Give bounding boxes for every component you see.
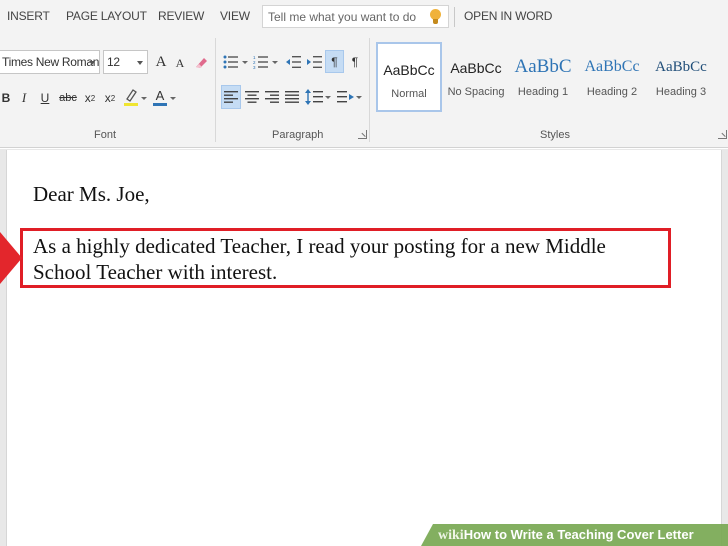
font-size-select[interactable]: 12 <box>103 50 148 74</box>
tell-me-input[interactable] <box>268 9 418 25</box>
styles-group-label: Styles <box>540 129 570 141</box>
tell-me-box[interactable] <box>262 5 449 28</box>
lightbulb-icon <box>430 9 441 24</box>
style-heading-1[interactable]: AaBbC Heading 1 <box>510 42 576 112</box>
group-divider <box>215 38 216 142</box>
wikihow-banner-title: wikiHow to Write a Teaching Cover Letter <box>438 527 694 544</box>
line-spacing-icon[interactable] <box>304 86 324 108</box>
paragraph-group-label: Paragraph <box>272 129 324 141</box>
style-no-spacing[interactable]: AaBbCc No Spacing <box>443 42 509 112</box>
chevron-down-icon[interactable] <box>356 96 362 99</box>
wikihow-logo-wiki: wiki <box>438 528 464 543</box>
bold-button[interactable]: B <box>0 88 12 108</box>
group-divider <box>369 38 370 142</box>
wikihow-article-title: How to Write a Teaching Cover Letter <box>463 527 694 542</box>
chevron-down-icon[interactable] <box>242 61 248 64</box>
show-formatting-icon[interactable]: ¶ <box>346 52 364 72</box>
dialog-launcher-icon[interactable] <box>358 130 367 139</box>
style-sample: AaBbCc <box>450 60 502 76</box>
align-right-icon[interactable] <box>263 86 281 108</box>
tab-review[interactable]: REVIEW <box>158 9 204 23</box>
open-in-word-button[interactable]: OPEN IN WORD <box>464 9 552 23</box>
align-left-icon[interactable] <box>221 85 241 109</box>
ltr-pilcrow: ¶ <box>331 54 338 69</box>
font-color-button[interactable]: A <box>152 86 168 108</box>
style-normal[interactable]: AaBbCc Normal <box>376 42 442 112</box>
decrease-indent-icon[interactable] <box>284 52 302 72</box>
align-center-icon[interactable] <box>243 86 261 108</box>
chevron-down-icon <box>137 61 143 65</box>
ribbon: Times New Roman 12 A A B I U abc x2 x2 A… <box>0 34 728 148</box>
italic-button[interactable]: I <box>18 88 30 108</box>
show-formatting-pilcrow: ¶ <box>351 55 359 69</box>
highlight-annotation-box <box>20 228 671 288</box>
font-name-value: Times New Roman <box>2 55 100 69</box>
chevron-down-icon <box>89 61 95 65</box>
chevron-down-icon[interactable] <box>325 96 331 99</box>
ltr-icon[interactable]: ¶ <box>325 50 344 73</box>
font-size-value: 12 <box>107 55 120 69</box>
style-sample: AaBbCc <box>383 62 435 78</box>
font-color-letter: A <box>155 87 165 103</box>
chevron-down-icon[interactable] <box>272 61 278 64</box>
document-page[interactable] <box>6 150 722 546</box>
font-color-swatch <box>153 102 167 106</box>
chevron-down-icon[interactable] <box>170 97 176 100</box>
strikethrough-button[interactable]: abc <box>58 88 78 108</box>
grow-font-button[interactable]: A <box>153 52 169 72</box>
style-name: Heading 2 <box>586 86 638 98</box>
underline-button[interactable]: U <box>38 88 52 108</box>
ribbon-tab-bar: INSERT PAGE LAYOUT REVIEW VIEW OPEN IN W… <box>0 0 728 34</box>
style-sample: AaBbCc <box>584 58 640 75</box>
increase-indent-icon[interactable] <box>305 52 323 72</box>
bullets-icon[interactable] <box>222 52 240 72</box>
font-group-label: Font <box>94 129 117 141</box>
tab-divider <box>454 7 455 27</box>
tab-page-layout[interactable]: PAGE LAYOUT <box>66 9 147 23</box>
superscript-button[interactable]: x2 <box>102 88 118 108</box>
pointer-arrow-icon <box>0 232 22 284</box>
style-heading-2[interactable]: AaBbCc Heading 2 <box>579 42 645 112</box>
clear-formatting-icon[interactable] <box>192 52 210 72</box>
style-name: Normal <box>391 88 427 100</box>
style-sample: AaBbC <box>514 56 572 77</box>
highlight-icon[interactable] <box>122 86 140 108</box>
tab-view[interactable]: VIEW <box>220 9 250 23</box>
style-sample: AaBbCc <box>655 59 707 75</box>
tab-insert[interactable]: INSERT <box>7 9 50 23</box>
justify-icon[interactable] <box>283 86 301 108</box>
numbering-icon[interactable]: 123 <box>252 52 270 72</box>
salutation-text[interactable]: Dear Ms. Joe, <box>33 182 150 207</box>
style-heading-3[interactable]: AaBbCc Heading 3 <box>648 42 714 112</box>
style-name: Heading 1 <box>517 86 569 98</box>
dialog-launcher-icon[interactable] <box>718 130 727 139</box>
paragraph-spacing-icon[interactable] <box>336 86 356 108</box>
style-name: Heading 3 <box>655 86 707 98</box>
svg-text:3: 3 <box>253 65 256 69</box>
style-name: No Spacing <box>447 86 505 98</box>
font-name-select[interactable]: Times New Roman <box>0 50 100 74</box>
chevron-down-icon[interactable] <box>141 97 147 100</box>
subscript-button[interactable]: x2 <box>82 88 98 108</box>
shrink-font-button[interactable]: A <box>173 54 187 72</box>
